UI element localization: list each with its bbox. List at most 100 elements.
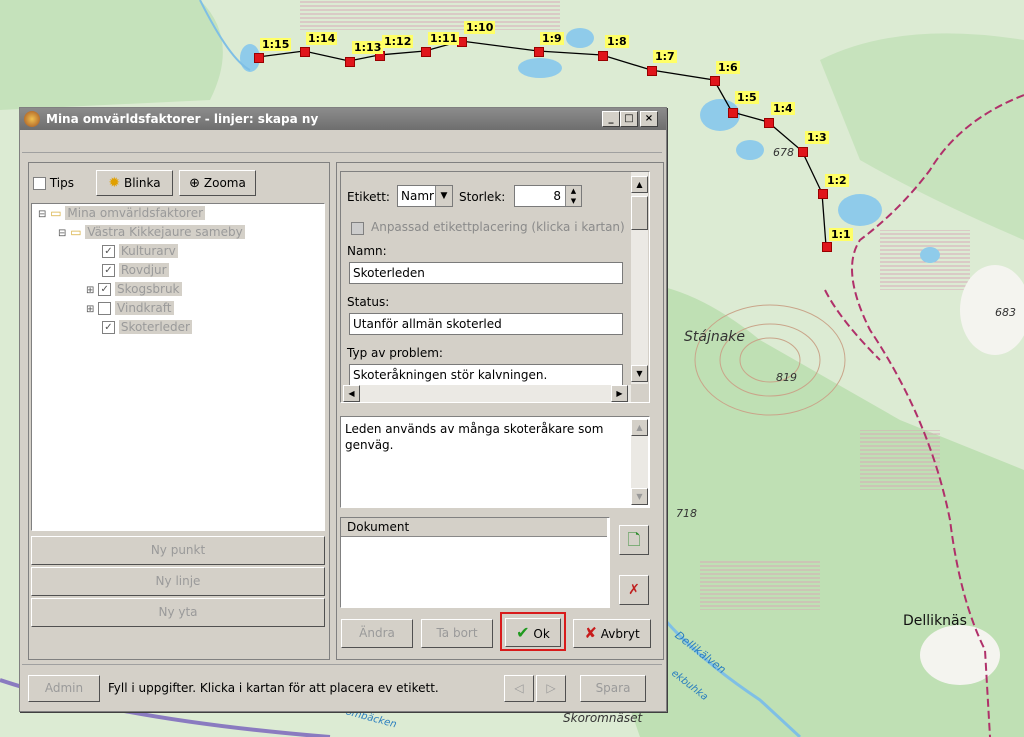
- ok-button[interactable]: ✔ Ok: [505, 618, 561, 647]
- typ-field[interactable]: Skoteråkningen stör kalvningen.: [349, 364, 623, 386]
- document-list[interactable]: Dokument: [340, 517, 610, 608]
- route-point-1-11[interactable]: [421, 47, 431, 57]
- expand-icon[interactable]: ⊞: [86, 285, 94, 296]
- route-point-1-6[interactable]: [710, 76, 720, 86]
- route-point-1-3[interactable]: [798, 147, 808, 157]
- properties-area: Etikett: Namr ▼ Storlek: 8 ▲ ▼ Anpassad e…: [340, 171, 650, 403]
- tree-item-rovdjur[interactable]: ✓ Rovdjur: [102, 261, 169, 280]
- storlek-label: Storlek:: [459, 190, 506, 204]
- tree-item-label: Skoterleder: [118, 320, 192, 334]
- spara-button[interactable]: Spara: [580, 675, 646, 702]
- title-bar[interactable]: Mina omvärldsfaktorer - linjer: skapa ny…: [20, 108, 666, 130]
- elevation-819: 819: [776, 371, 797, 384]
- route-point-1-13[interactable]: [345, 57, 355, 67]
- scroll-down-arrow[interactable]: ▼: [631, 365, 648, 382]
- scroll-right-arrow[interactable]: ▶: [611, 385, 628, 402]
- left-panel: Tips ✹ Blinka ⊕ Zooma ⊟ ▭ Mina omvärldsf…: [28, 162, 330, 660]
- document-header: Dokument: [341, 518, 607, 537]
- storlek-stepper[interactable]: 8 ▲ ▼: [514, 185, 582, 207]
- elevation-683: 683: [995, 306, 1016, 319]
- typ-label: Typ av problem:: [347, 346, 443, 360]
- add-document-button[interactable]: 🗋: [619, 525, 649, 555]
- route-point-1-14[interactable]: [300, 47, 310, 57]
- tree-root[interactable]: ⊟ ▭ Mina omvärldsfaktorer: [38, 204, 206, 223]
- route-label-1-14: 1:14: [306, 32, 338, 45]
- tree-item-skogsbruk[interactable]: ⊞ ✓ Skogsbruk: [86, 280, 182, 299]
- route-label-1-15: 1:15: [260, 38, 292, 51]
- zooma-label: Zooma: [203, 176, 246, 190]
- close-button[interactable]: ×: [640, 111, 658, 127]
- etikett-select[interactable]: Namr ▼: [397, 185, 453, 207]
- dialog-window: Mina omvärldsfaktorer - linjer: skapa ny…: [19, 107, 667, 712]
- namn-field[interactable]: Skoterleden: [349, 262, 623, 284]
- zooma-button[interactable]: ⊕ Zooma: [179, 170, 256, 196]
- minimize-button[interactable]: _: [602, 111, 620, 127]
- collapse-icon[interactable]: ⊟: [38, 209, 46, 220]
- status-bar: Admin Fyll i uppgifter. Klicka i kartan …: [22, 664, 662, 705]
- sun-icon: ✹: [108, 175, 121, 191]
- route-label-1-6: 1:6: [716, 61, 740, 74]
- scroll-up-arrow[interactable]: ▲: [631, 419, 648, 436]
- scroll-thumb[interactable]: [631, 196, 648, 230]
- menu-bar: [22, 132, 662, 153]
- route-point-1-4[interactable]: [764, 118, 774, 128]
- ny-yta-button[interactable]: Ny yta: [31, 598, 325, 627]
- description-text: Leden används av många skoteråkare som g…: [345, 422, 604, 452]
- route-point-1-8[interactable]: [598, 51, 608, 61]
- status-message: Fyll i uppgifter. Klicka i kartan för at…: [108, 681, 439, 695]
- namn-label: Namn:: [347, 244, 387, 258]
- expand-icon[interactable]: ⊞: [86, 304, 94, 315]
- route-point-1-15[interactable]: [254, 53, 264, 63]
- anpassad-label: Anpassad etikettplacering (klicka i kart…: [371, 220, 625, 234]
- window-title: Mina omvärldsfaktorer - linjer: skapa ny: [46, 112, 319, 126]
- etikett-label: Etikett:: [347, 190, 390, 204]
- next-button[interactable]: ▷: [536, 675, 566, 702]
- arrow-left-icon: ◁: [514, 681, 524, 695]
- checkbox-skogsbruk[interactable]: ✓: [98, 283, 112, 296]
- scroll-left-arrow[interactable]: ◀: [343, 385, 360, 402]
- maximize-button[interactable]: □: [620, 111, 638, 127]
- blinka-button[interactable]: ✹ Blinka: [96, 170, 173, 196]
- status-label: Status:: [347, 295, 390, 309]
- route-label-1-4: 1:4: [771, 102, 795, 115]
- route-point-1-2[interactable]: [818, 189, 828, 199]
- admin-button[interactable]: Admin: [28, 675, 100, 702]
- collapse-icon[interactable]: ⊟: [58, 228, 66, 239]
- tips-toggle[interactable]: Tips: [33, 171, 85, 195]
- tree-item-vindkraft[interactable]: ⊞ Vindkraft: [86, 299, 174, 318]
- properties-hscrollbar[interactable]: ◀ ▶: [343, 385, 631, 402]
- chevron-down-icon[interactable]: ▼: [435, 186, 452, 206]
- ta-bort-button[interactable]: Ta bort: [421, 619, 493, 648]
- route-point-1-5[interactable]: [728, 108, 738, 118]
- tree-item-kulturarv[interactable]: ✓ Kulturarv: [102, 242, 178, 261]
- scroll-down-arrow[interactable]: ▼: [631, 488, 648, 505]
- tree-view[interactable]: ⊟ ▭ Mina omvärldsfaktorer ⊟ ▭ Västra Kik…: [31, 203, 325, 531]
- tree-group[interactable]: ⊟ ▭ Västra Kikkejaure sameby: [58, 223, 245, 242]
- route-point-1-7[interactable]: [647, 66, 657, 76]
- status-field[interactable]: Utanför allmän skoterled: [349, 313, 623, 335]
- remove-document-button[interactable]: ✗: [619, 575, 649, 605]
- checkbox-kulturarv[interactable]: ✓: [102, 245, 115, 258]
- route-point-1-1[interactable]: [822, 242, 832, 252]
- checkbox-rovdjur[interactable]: ✓: [102, 264, 115, 277]
- ny-linje-button[interactable]: Ny linje: [31, 567, 325, 596]
- ny-punkt-button[interactable]: Ny punkt: [31, 536, 325, 565]
- tree-item-skoterleder[interactable]: ✓ Skoterleder: [102, 318, 192, 337]
- previous-button[interactable]: ◁: [504, 675, 534, 702]
- ok-label: Ok: [533, 627, 550, 641]
- tips-checkbox[interactable]: [33, 177, 46, 190]
- cross-icon: ✘: [584, 624, 597, 642]
- stepper-arrows-icon[interactable]: ▲ ▼: [565, 186, 581, 206]
- scroll-up-arrow[interactable]: ▲: [631, 176, 648, 193]
- route-point-1-9[interactable]: [534, 47, 544, 57]
- description-scrollbar[interactable]: ▲ ▼: [631, 419, 648, 505]
- description-textarea[interactable]: Leden används av många skoteråkare som g…: [340, 416, 650, 508]
- tree-group-label: Västra Kikkejaure sameby: [85, 225, 245, 239]
- anpassad-checkbox[interactable]: [351, 222, 364, 235]
- checkbox-vindkraft[interactable]: [98, 302, 112, 315]
- add-document-icon: 🗋: [627, 530, 641, 549]
- checkbox-skoterleder[interactable]: ✓: [102, 321, 115, 334]
- properties-scrollbar[interactable]: ▲ ▼: [631, 172, 648, 384]
- andra-button[interactable]: Ändra: [341, 619, 413, 648]
- avbryt-button[interactable]: ✘ Avbryt: [573, 619, 651, 648]
